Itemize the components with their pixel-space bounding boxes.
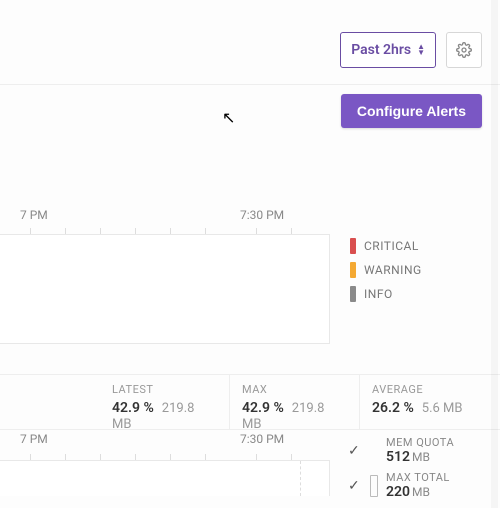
alerts-chart: 7 PM 7:30 PM CRITICAL WARNING INFO bbox=[0, 208, 500, 368]
legend-label: WARNING bbox=[364, 263, 422, 277]
stat-max: MAX 42.9 %219.8 MB bbox=[230, 375, 360, 429]
legend-value: 220 bbox=[386, 484, 410, 500]
alerts-legend: CRITICAL WARNING INFO bbox=[350, 238, 422, 310]
settings-button[interactable] bbox=[446, 32, 482, 68]
legend-item-mem-quota[interactable]: ✓ MEM QUOTA 512MB bbox=[348, 436, 454, 465]
chart-plot-area[interactable] bbox=[0, 460, 330, 496]
time-range-label: Past 2hrs bbox=[351, 42, 411, 58]
legend-label: MAX TOTAL bbox=[386, 471, 450, 484]
legend-value: 512 bbox=[386, 449, 410, 465]
legend-label: MEM QUOTA bbox=[386, 436, 454, 449]
legend-label: INFO bbox=[364, 287, 393, 301]
chart-plot-area[interactable] bbox=[0, 234, 330, 344]
stat-percent: 42.9 % bbox=[242, 400, 284, 416]
legend-unit: MB bbox=[412, 485, 430, 499]
legend-item-max-total[interactable]: ✓ MAX TOTAL 220MB bbox=[348, 471, 454, 500]
stat-header: AVERAGE bbox=[372, 383, 478, 396]
critical-swatch bbox=[350, 238, 356, 254]
memory-stats-row: LATEST 42.9 %219.8 MB MAX 42.9 %219.8 MB… bbox=[0, 374, 500, 430]
x-tick: 7 PM bbox=[20, 432, 48, 446]
scrollbar[interactable] bbox=[491, 0, 498, 508]
legend-label: CRITICAL bbox=[364, 239, 419, 253]
x-tick: 7:30 PM bbox=[240, 432, 284, 446]
check-icon: ✓ bbox=[348, 443, 362, 459]
time-cursor bbox=[300, 461, 301, 496]
info-swatch bbox=[350, 286, 356, 302]
stat-latest: LATEST 42.9 %219.8 MB bbox=[100, 375, 230, 429]
stat-average: AVERAGE 26.2 % 5.6 MB bbox=[360, 375, 490, 429]
series-bar-icon bbox=[370, 475, 378, 497]
x-tick: 7:30 PM bbox=[240, 208, 284, 222]
configure-alerts-button[interactable]: Configure Alerts bbox=[341, 94, 482, 128]
divider bbox=[0, 84, 500, 85]
stat-percent: 26.2 % bbox=[372, 400, 414, 416]
stat-header: MAX bbox=[242, 383, 347, 396]
stat-percent: 42.9 % bbox=[112, 400, 154, 416]
stat-header: LATEST bbox=[112, 383, 217, 396]
chevron-up-down-icon: ▲▼ bbox=[417, 44, 425, 56]
warning-swatch bbox=[350, 262, 356, 278]
time-range-select[interactable]: Past 2hrs ▲▼ bbox=[340, 32, 436, 68]
x-tick: 7 PM bbox=[20, 208, 48, 222]
legend-unit: MB bbox=[412, 450, 430, 464]
check-icon: ✓ bbox=[348, 478, 362, 494]
gear-icon bbox=[456, 42, 472, 58]
stat-mb: 5.6 MB bbox=[422, 401, 463, 416]
memory-legend: ✓ MEM QUOTA 512MB ✓ MAX TOTAL 220MB bbox=[348, 436, 454, 506]
cursor-icon: ↖ bbox=[222, 108, 235, 127]
